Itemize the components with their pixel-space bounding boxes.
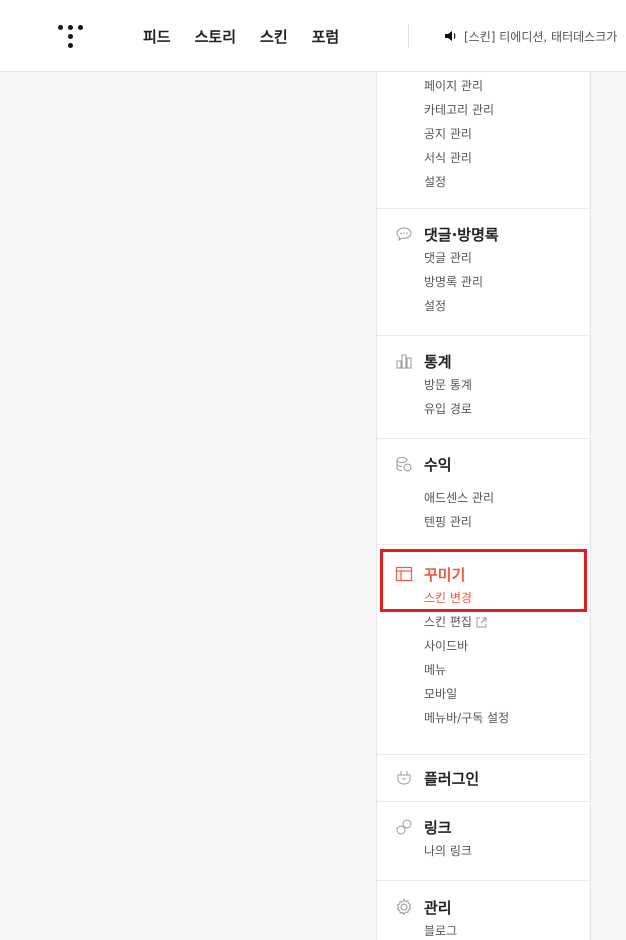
section-link: 링크 나의 링크	[377, 802, 590, 881]
speaker-icon	[444, 27, 458, 46]
menu-sidebar[interactable]: 사이드바	[377, 634, 590, 658]
menu-notice-manage[interactable]: 공지 관리	[377, 122, 590, 146]
nav-feed[interactable]: 피드	[143, 26, 171, 47]
notice-text: [스킨] 티에디션, 태터데스크가	[464, 30, 618, 44]
menu-skin-edit[interactable]: 스킨 편집	[377, 610, 590, 634]
section-decorate: 꾸미기 스킨 변경 스킨 편집 사이드바 메뉴 모바일 메뉴바/구독 설정	[377, 545, 590, 755]
coins-icon	[395, 455, 413, 473]
menu-mobile[interactable]: 모바일	[377, 682, 590, 706]
menu-my-link[interactable]: 나의 링크	[377, 839, 590, 863]
section-label: 링크	[424, 818, 452, 837]
menu-guestbook-manage[interactable]: 방명록 관리	[377, 270, 590, 294]
menu-referrer[interactable]: 유입 경로	[377, 397, 590, 421]
menu-page-manage[interactable]: 페이지 관리	[377, 74, 590, 98]
section-title-manage[interactable]: 관리	[377, 895, 590, 919]
section-title-stats[interactable]: 통계	[377, 349, 590, 373]
plug-icon	[395, 769, 413, 787]
section-label: 수익	[424, 455, 452, 474]
top-header: 피드 스토리 스킨 포럼 [스킨] 티에디션, 태터데스크가	[0, 0, 626, 72]
external-link-icon	[476, 617, 487, 628]
section-content: 페이지 관리 카테고리 관리 공지 관리 서식 관리 설정	[377, 72, 590, 209]
section-plugin: 플러그인	[377, 755, 590, 802]
menu-content-settings[interactable]: 설정	[377, 170, 590, 194]
header-divider	[408, 24, 409, 48]
menu-comment-settings[interactable]: 설정	[377, 294, 590, 318]
section-label: 관리	[424, 898, 452, 917]
section-label: 플러그인	[424, 769, 480, 788]
menu-blog[interactable]: 블로그	[377, 919, 590, 940]
menu-tenping-manage[interactable]: 텐핑 관리	[377, 510, 590, 534]
menu-form-manage[interactable]: 서식 관리	[377, 146, 590, 170]
admin-sidebar: 페이지 관리 카테고리 관리 공지 관리 서식 관리 설정 댓글·방명록 댓글 …	[376, 72, 591, 940]
main-nav: 피드 스토리 스킨 포럼	[143, 26, 339, 47]
section-label: 꾸미기	[424, 565, 466, 584]
speech-bubble-icon	[395, 225, 413, 243]
nav-forum[interactable]: 포럼	[312, 26, 340, 47]
menu-skin-change[interactable]: 스킨 변경	[377, 586, 590, 610]
menu-skin-edit-label: 스킨 편집	[424, 615, 472, 629]
tistory-logo[interactable]	[56, 22, 86, 50]
link-icon	[395, 818, 413, 836]
nav-skin[interactable]: 스킨	[260, 26, 288, 47]
menu-menubar-subscribe[interactable]: 메뉴바/구독 설정	[377, 706, 590, 730]
menu-visit-stats[interactable]: 방문 통계	[377, 373, 590, 397]
section-revenue: 수익 애드센스 관리 텐핑 관리	[377, 439, 590, 545]
section-title-link[interactable]: 링크	[377, 815, 590, 839]
section-label: 통계	[424, 352, 452, 371]
section-stats: 통계 방문 통계 유입 경로	[377, 336, 590, 439]
section-manage: 관리 블로그	[377, 881, 590, 940]
section-comments: 댓글·방명록 댓글 관리 방명록 관리 설정	[377, 209, 590, 336]
section-title-decorate[interactable]: 꾸미기	[377, 562, 590, 586]
section-title-revenue[interactable]: 수익	[377, 452, 590, 476]
menu-menu[interactable]: 메뉴	[377, 658, 590, 682]
section-title-plugin[interactable]: 플러그인	[377, 766, 590, 790]
notice-banner[interactable]: [스킨] 티에디션, 태터데스크가	[444, 27, 617, 46]
menu-comment-manage[interactable]: 댓글 관리	[377, 246, 590, 270]
section-label: 댓글·방명록	[424, 225, 499, 244]
gear-icon	[395, 898, 413, 916]
menu-adsense-manage[interactable]: 애드센스 관리	[377, 486, 590, 510]
menu-category-manage[interactable]: 카테고리 관리	[377, 98, 590, 122]
layout-icon	[395, 565, 413, 583]
nav-story[interactable]: 스토리	[195, 26, 236, 47]
bar-chart-icon	[395, 352, 413, 370]
section-title-comments[interactable]: 댓글·방명록	[377, 222, 590, 246]
